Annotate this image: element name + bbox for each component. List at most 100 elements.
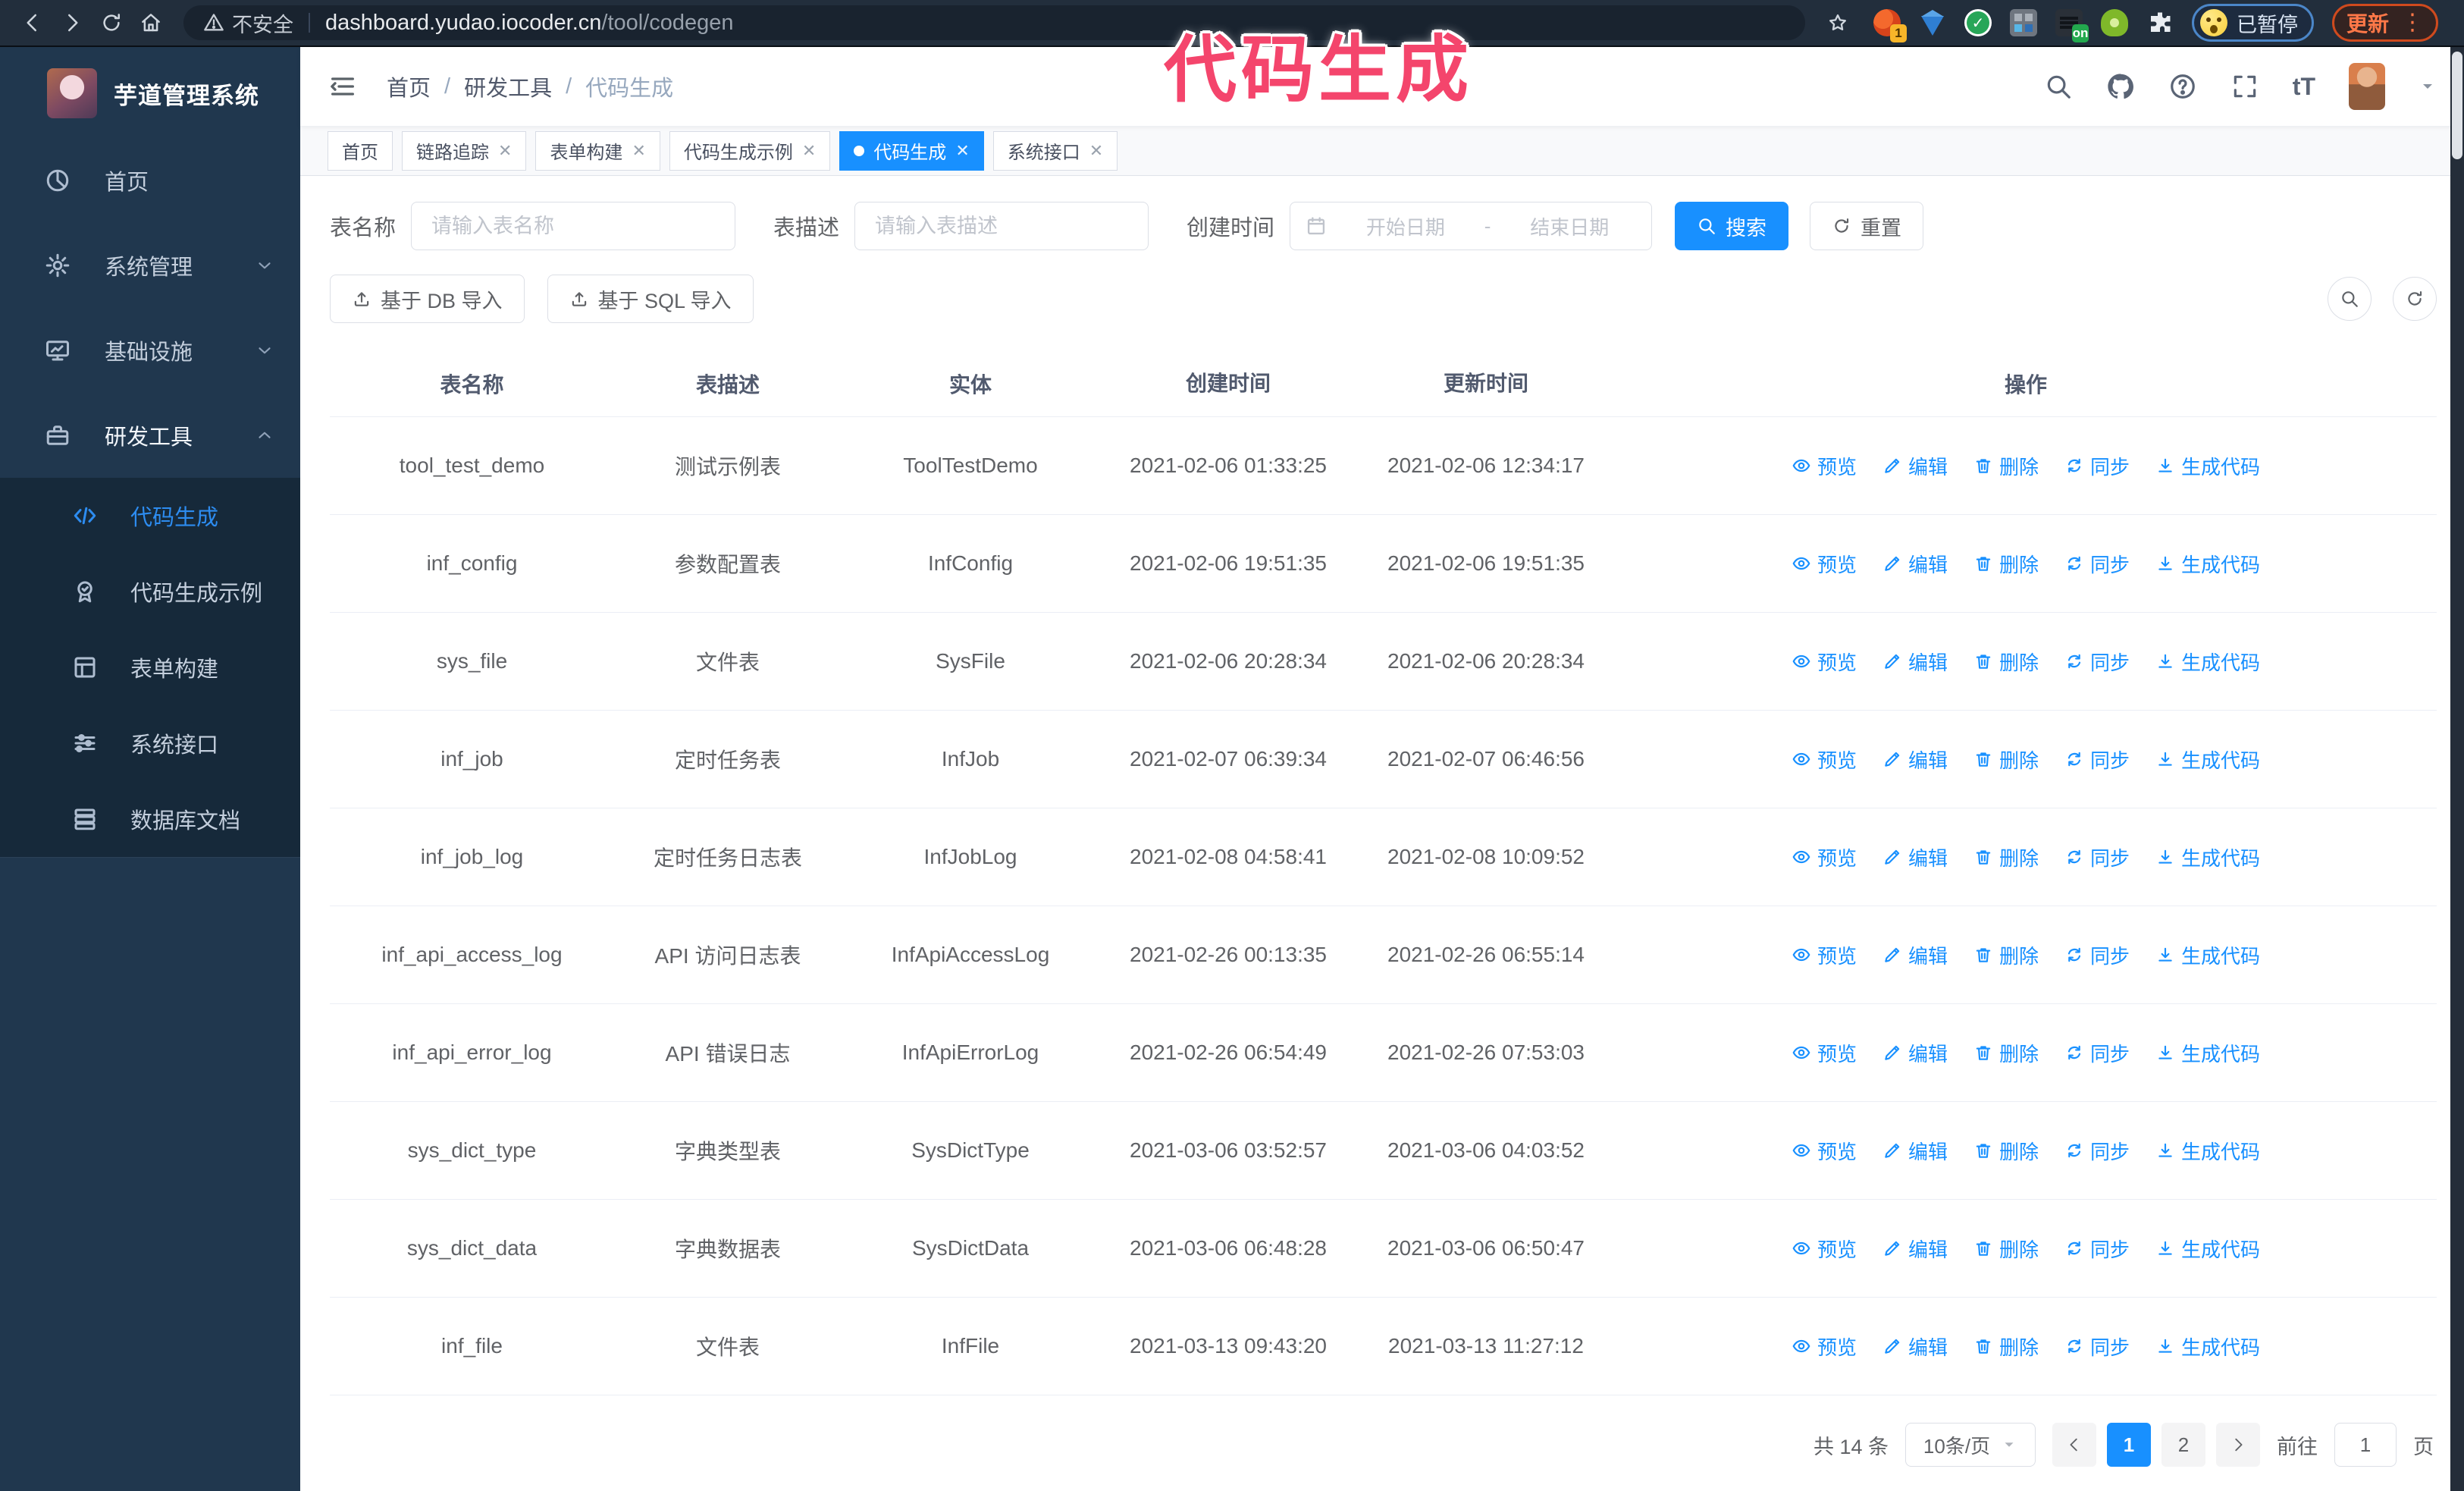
font-size-icon[interactable]: tT — [2293, 73, 2315, 101]
preview-link[interactable]: 预览 — [1792, 746, 1857, 774]
sync-link[interactable]: 同步 — [2064, 1332, 2130, 1361]
avatar-caret-icon[interactable] — [2419, 77, 2437, 96]
tab-首页[interactable]: 首页 — [328, 130, 393, 171]
extension-icon-orange[interactable]: 1 — [1873, 9, 1907, 42]
window-scrollbar[interactable] — [2450, 47, 2464, 1491]
page-size-select[interactable]: 10条/页 — [1905, 1423, 2036, 1467]
page-button-2[interactable]: 2 — [2161, 1423, 2205, 1467]
delete-link[interactable]: 删除 — [1973, 452, 2039, 480]
preview-link[interactable]: 预览 — [1792, 550, 1857, 578]
edit-link[interactable]: 编辑 — [1882, 550, 1948, 578]
edit-link[interactable]: 编辑 — [1882, 452, 1948, 480]
collapse-menu-icon[interactable] — [328, 71, 358, 102]
delete-link[interactable]: 删除 — [1973, 1235, 2039, 1263]
preview-link[interactable]: 预览 — [1792, 1039, 1857, 1067]
prev-page-button[interactable] — [2052, 1423, 2096, 1467]
preview-link[interactable]: 预览 — [1792, 843, 1857, 871]
edit-link[interactable]: 编辑 — [1882, 1235, 1948, 1263]
extension-icon-grid[interactable] — [2009, 9, 2037, 36]
delete-link[interactable]: 删除 — [1973, 550, 2039, 578]
search-icon[interactable] — [2044, 72, 2073, 101]
forward-icon[interactable] — [55, 5, 89, 40]
user-avatar[interactable] — [2349, 63, 2385, 110]
sync-link[interactable]: 同步 — [2064, 648, 2130, 676]
next-page-button[interactable] — [2216, 1423, 2260, 1467]
update-button[interactable]: 更新 ⋮ — [2331, 4, 2438, 42]
sidebar-subitem-2[interactable]: 表单构建 — [0, 629, 300, 705]
sync-link[interactable]: 同步 — [2064, 843, 2130, 871]
edit-link[interactable]: 编辑 — [1882, 941, 1948, 969]
sidebar-item-2[interactable]: 基础设施 — [0, 308, 300, 393]
edit-link[interactable]: 编辑 — [1882, 648, 1948, 676]
home-icon[interactable] — [133, 5, 168, 40]
extension-icon-check[interactable]: ✓ — [1964, 9, 1992, 36]
breadcrumb-item[interactable]: 研发工具 — [464, 71, 552, 102]
generate-code-link[interactable]: 生成代码 — [2155, 1332, 2260, 1361]
paused-profile-chip[interactable]: 已暂停 — [2191, 4, 2314, 42]
start-date-placeholder[interactable]: 开始日期 — [1339, 212, 1472, 240]
reset-button[interactable]: 重置 — [1810, 202, 1924, 250]
close-icon[interactable]: ✕ — [498, 141, 512, 161]
tab-代码生成示例[interactable]: 代码生成示例 ✕ — [669, 130, 831, 171]
sync-link[interactable]: 同步 — [2064, 1235, 2130, 1263]
table-name-input[interactable] — [430, 213, 717, 239]
generate-code-link[interactable]: 生成代码 — [2155, 1039, 2260, 1067]
generate-code-link[interactable]: 生成代码 — [2155, 452, 2260, 480]
table-desc-input[interactable] — [873, 213, 1130, 239]
back-icon[interactable] — [15, 5, 50, 40]
goto-page-input[interactable] — [2334, 1423, 2397, 1467]
close-icon[interactable]: ✕ — [632, 141, 645, 161]
sync-link[interactable]: 同步 — [2064, 1137, 2130, 1165]
edit-link[interactable]: 编辑 — [1882, 1137, 1948, 1165]
sidebar-subitem-0[interactable]: 代码生成 — [0, 478, 300, 554]
edit-link[interactable]: 编辑 — [1882, 746, 1948, 774]
generate-code-link[interactable]: 生成代码 — [2155, 550, 2260, 578]
tab-链路追踪[interactable]: 链路追踪 ✕ — [402, 130, 527, 171]
tab-系统接口[interactable]: 系统接口 ✕ — [992, 130, 1118, 171]
delete-link[interactable]: 删除 — [1973, 843, 2039, 871]
help-icon[interactable] — [2168, 72, 2197, 101]
preview-link[interactable]: 预览 — [1792, 452, 1857, 480]
page-button-1[interactable]: 1 — [2107, 1423, 2151, 1467]
sync-link[interactable]: 同步 — [2064, 941, 2130, 969]
sidebar-item-3[interactable]: 研发工具 — [0, 393, 300, 478]
bookmark-star-icon[interactable] — [1820, 5, 1855, 40]
import-sql-button[interactable]: 基于 SQL 导入 — [547, 275, 754, 323]
scrollbar-thumb[interactable] — [2452, 52, 2462, 159]
github-icon[interactable] — [2106, 72, 2135, 101]
generate-code-link[interactable]: 生成代码 — [2155, 648, 2260, 676]
edit-link[interactable]: 编辑 — [1882, 1332, 1948, 1361]
preview-link[interactable]: 预览 — [1792, 1235, 1857, 1263]
sync-link[interactable]: 同步 — [2064, 1039, 2130, 1067]
kebab-menu-icon[interactable]: ⋮ — [2401, 11, 2424, 34]
security-chip[interactable]: 不安全 — [203, 8, 293, 38]
search-button[interactable]: 搜索 — [1675, 202, 1789, 250]
end-date-placeholder[interactable]: 结束日期 — [1503, 212, 1636, 240]
sidebar-subitem-4[interactable]: 数据库文档 — [0, 781, 300, 857]
delete-link[interactable]: 删除 — [1973, 1332, 2039, 1361]
close-icon[interactable]: ✕ — [802, 141, 816, 161]
preview-link[interactable]: 预览 — [1792, 648, 1857, 676]
preview-link[interactable]: 预览 — [1792, 941, 1857, 969]
preview-link[interactable]: 预览 — [1792, 1332, 1857, 1361]
extension-icon-gem[interactable] — [1919, 9, 1946, 36]
sync-link[interactable]: 同步 — [2064, 452, 2130, 480]
generate-code-link[interactable]: 生成代码 — [2155, 746, 2260, 774]
generate-code-link[interactable]: 生成代码 — [2155, 941, 2260, 969]
reload-icon[interactable] — [94, 5, 129, 40]
delete-link[interactable]: 删除 — [1973, 1137, 2039, 1165]
address-bar[interactable]: 不安全 dashboard.yudao.iocoder.cn/tool/code… — [183, 5, 1805, 40]
sync-link[interactable]: 同步 — [2064, 746, 2130, 774]
refresh-table-button[interactable] — [2393, 277, 2437, 321]
sidebar-subitem-1[interactable]: 代码生成示例 — [0, 554, 300, 629]
generate-code-link[interactable]: 生成代码 — [2155, 1137, 2260, 1165]
generate-code-link[interactable]: 生成代码 — [2155, 1235, 2260, 1263]
tab-表单构建[interactable]: 表单构建 ✕ — [535, 130, 660, 171]
sidebar-item-0[interactable]: 首页 — [0, 138, 300, 223]
extension-icon-green[interactable] — [2100, 9, 2128, 36]
edit-link[interactable]: 编辑 — [1882, 1039, 1948, 1067]
tab-代码生成[interactable]: 代码生成 ✕ — [839, 130, 984, 171]
sync-link[interactable]: 同步 — [2064, 550, 2130, 578]
breadcrumb-item[interactable]: 首页 — [387, 71, 431, 102]
toggle-search-button[interactable] — [2328, 277, 2372, 321]
